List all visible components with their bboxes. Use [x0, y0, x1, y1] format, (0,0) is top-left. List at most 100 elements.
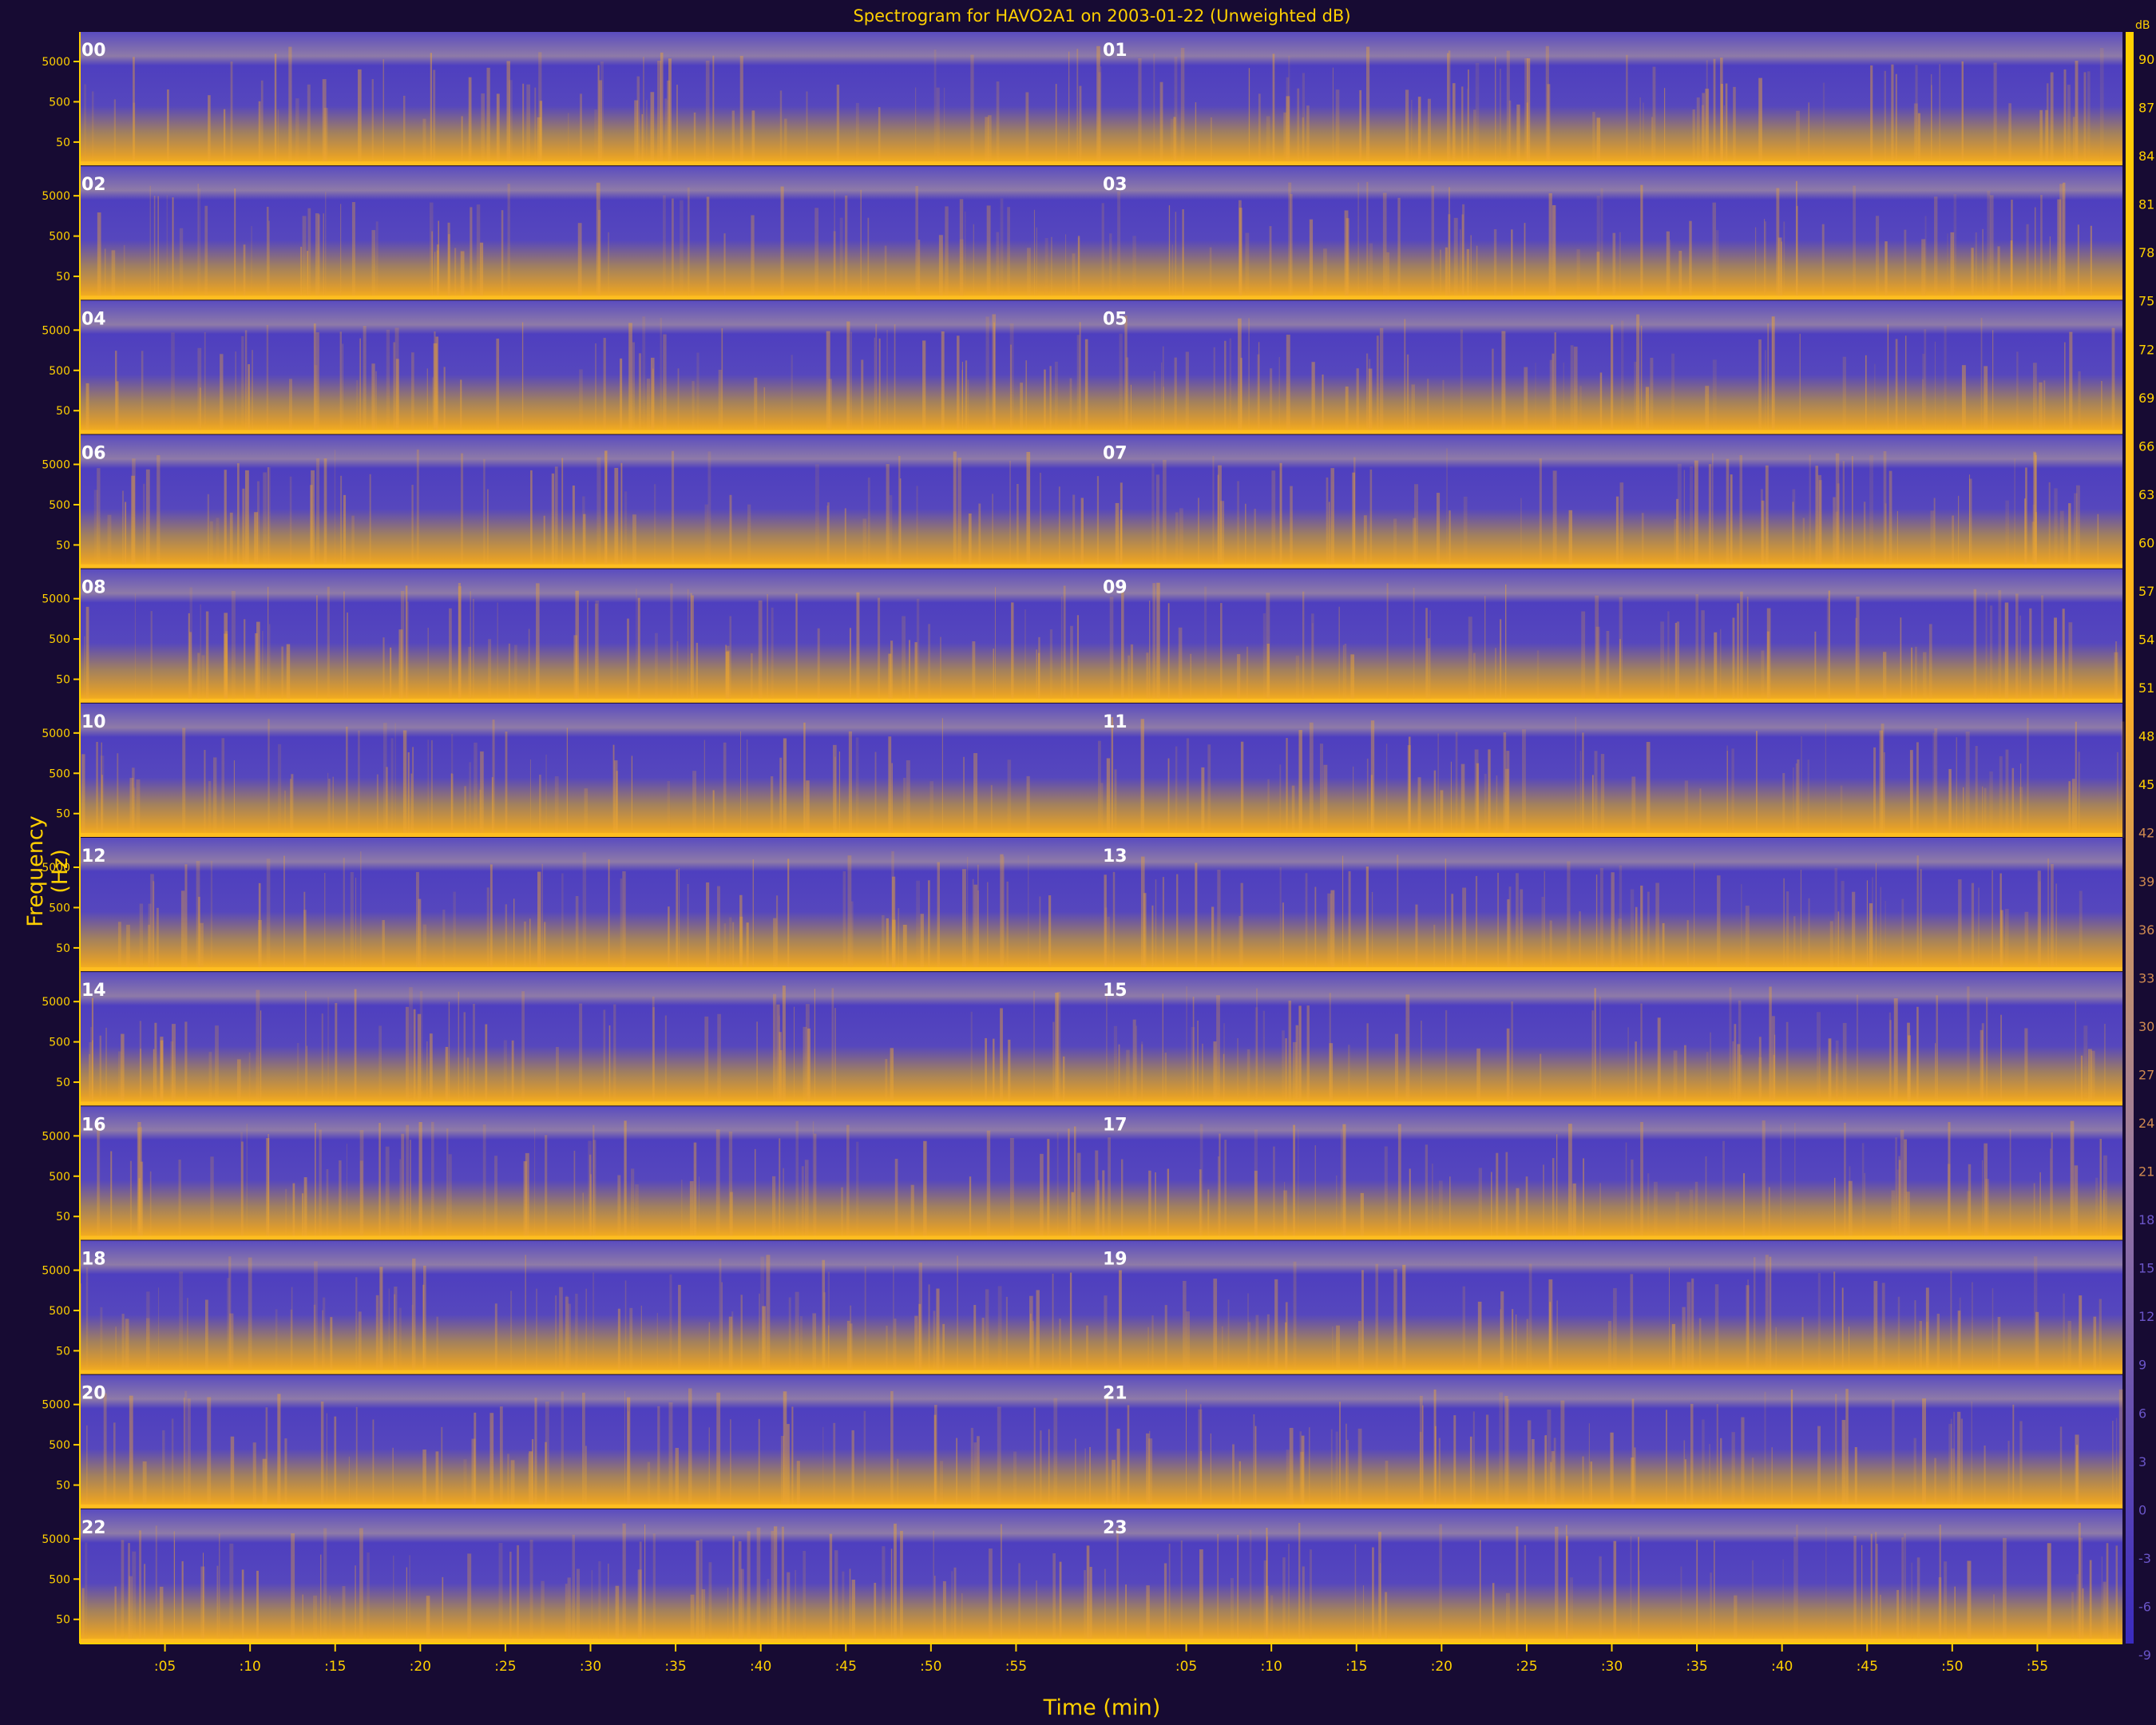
energy-streak [1986, 997, 1988, 1107]
energy-streak [1883, 450, 1887, 569]
energy-streak [1705, 89, 1710, 167]
energy-streak [1286, 1449, 1290, 1509]
energy-streak [2041, 595, 2044, 704]
energy-streak [1360, 1192, 1364, 1241]
energy-streak [1500, 619, 1502, 704]
energy-streak [354, 989, 357, 1107]
energy-streak [453, 891, 456, 973]
energy-streak [1709, 1444, 1711, 1509]
energy-streak [1861, 1143, 1865, 1241]
energy-streak [503, 1040, 507, 1107]
row-background [80, 300, 2122, 435]
energy-streak [692, 381, 695, 435]
energy-streak [436, 1316, 438, 1375]
energy-streak [320, 1401, 324, 1509]
energy-streak [1879, 730, 1884, 838]
energy-streak [978, 503, 981, 569]
energy-streak [1861, 1545, 1863, 1644]
energy-streak [411, 485, 414, 569]
y-tick-label: 500 [49, 1439, 70, 1452]
energy-streak [1071, 1192, 1075, 1241]
energy-streak [652, 1007, 655, 1107]
energy-streak [1956, 737, 1957, 838]
energy-streak [1691, 1278, 1694, 1375]
energy-streak [1175, 746, 1178, 838]
energy-streak [1873, 1281, 1878, 1375]
energy-streak [464, 786, 466, 838]
energy-streak [1815, 466, 1818, 569]
energy-streak [1000, 1008, 1003, 1107]
energy-streak [1893, 998, 1898, 1107]
energy-streak [1775, 1326, 1777, 1375]
energy-streak [1007, 759, 1012, 838]
energy-streak [756, 1021, 758, 1107]
energy-streak [1755, 731, 1758, 838]
energy-streak [897, 1458, 899, 1509]
energy-streak [1278, 357, 1280, 435]
energy-streak [204, 750, 206, 838]
energy-streak [2106, 1543, 2109, 1644]
energy-streak [928, 624, 930, 704]
energy-streak [501, 210, 504, 301]
y-tick-label: 5000 [42, 56, 70, 69]
energy-streak [1829, 921, 1833, 973]
energy-streak [1734, 1595, 1738, 1644]
energy-streak [522, 83, 525, 167]
energy-streak [1915, 646, 1917, 704]
energy-streak [1439, 1524, 1443, 1644]
energy-streak [1852, 456, 1853, 569]
energy-streak [712, 790, 715, 838]
energy-streak [472, 598, 474, 704]
energy-streak [582, 852, 587, 973]
energy-streak [1237, 1037, 1239, 1107]
energy-streak [1719, 629, 1722, 704]
energy-streak [1957, 1411, 1961, 1509]
energy-streak [1052, 1273, 1054, 1375]
energy-streak [339, 331, 342, 435]
energy-streak [942, 1323, 945, 1375]
energy-streak [201, 655, 205, 704]
energy-streak [1185, 1389, 1187, 1509]
energy-streak [1732, 617, 1735, 704]
energy-streak [1121, 590, 1124, 704]
energy-streak [1207, 744, 1211, 838]
energy-streak [1059, 1561, 1062, 1644]
energy-streak [1298, 730, 1302, 838]
energy-streak [1978, 887, 1980, 973]
energy-streak [1950, 1271, 1952, 1375]
energy-streak [1052, 1552, 1056, 1644]
energy-streak [847, 855, 852, 973]
energy-streak [567, 1577, 571, 1644]
energy-streak [358, 69, 362, 167]
energy-streak [1706, 1052, 1709, 1107]
energy-streak [849, 628, 852, 704]
energy-streak [1684, 1045, 1686, 1107]
energy-streak [1793, 1537, 1797, 1644]
energy-streak [1427, 98, 1431, 167]
energy-streak [1631, 1398, 1635, 1509]
energy-streak [258, 101, 261, 167]
energy-streak [2054, 488, 2058, 569]
x-tick-label: :30 [580, 1659, 601, 1675]
energy-streak [1007, 207, 1010, 301]
energy-streak [782, 985, 786, 1107]
energy-streak [1338, 606, 1340, 704]
energy-streak [1293, 1261, 1297, 1375]
energy-streak [1164, 1305, 1167, 1375]
energy-streak [787, 1572, 791, 1644]
energy-streak [223, 109, 226, 167]
energy-streak [1875, 216, 1880, 301]
energy-streak [1911, 647, 1913, 704]
energy-streak [1011, 602, 1014, 704]
hour-label: 03 [1103, 175, 1128, 195]
energy-streak [1239, 916, 1242, 973]
energy-streak [2049, 236, 2051, 301]
energy-streak [882, 914, 885, 973]
energy-streak [1745, 906, 1750, 973]
energy-streak [200, 922, 204, 973]
energy-streak [1357, 1428, 1362, 1509]
energy-streak [100, 1307, 103, 1375]
energy-streak [963, 756, 965, 838]
energy-streak [1548, 192, 1552, 301]
energy-streak [675, 1448, 679, 1509]
